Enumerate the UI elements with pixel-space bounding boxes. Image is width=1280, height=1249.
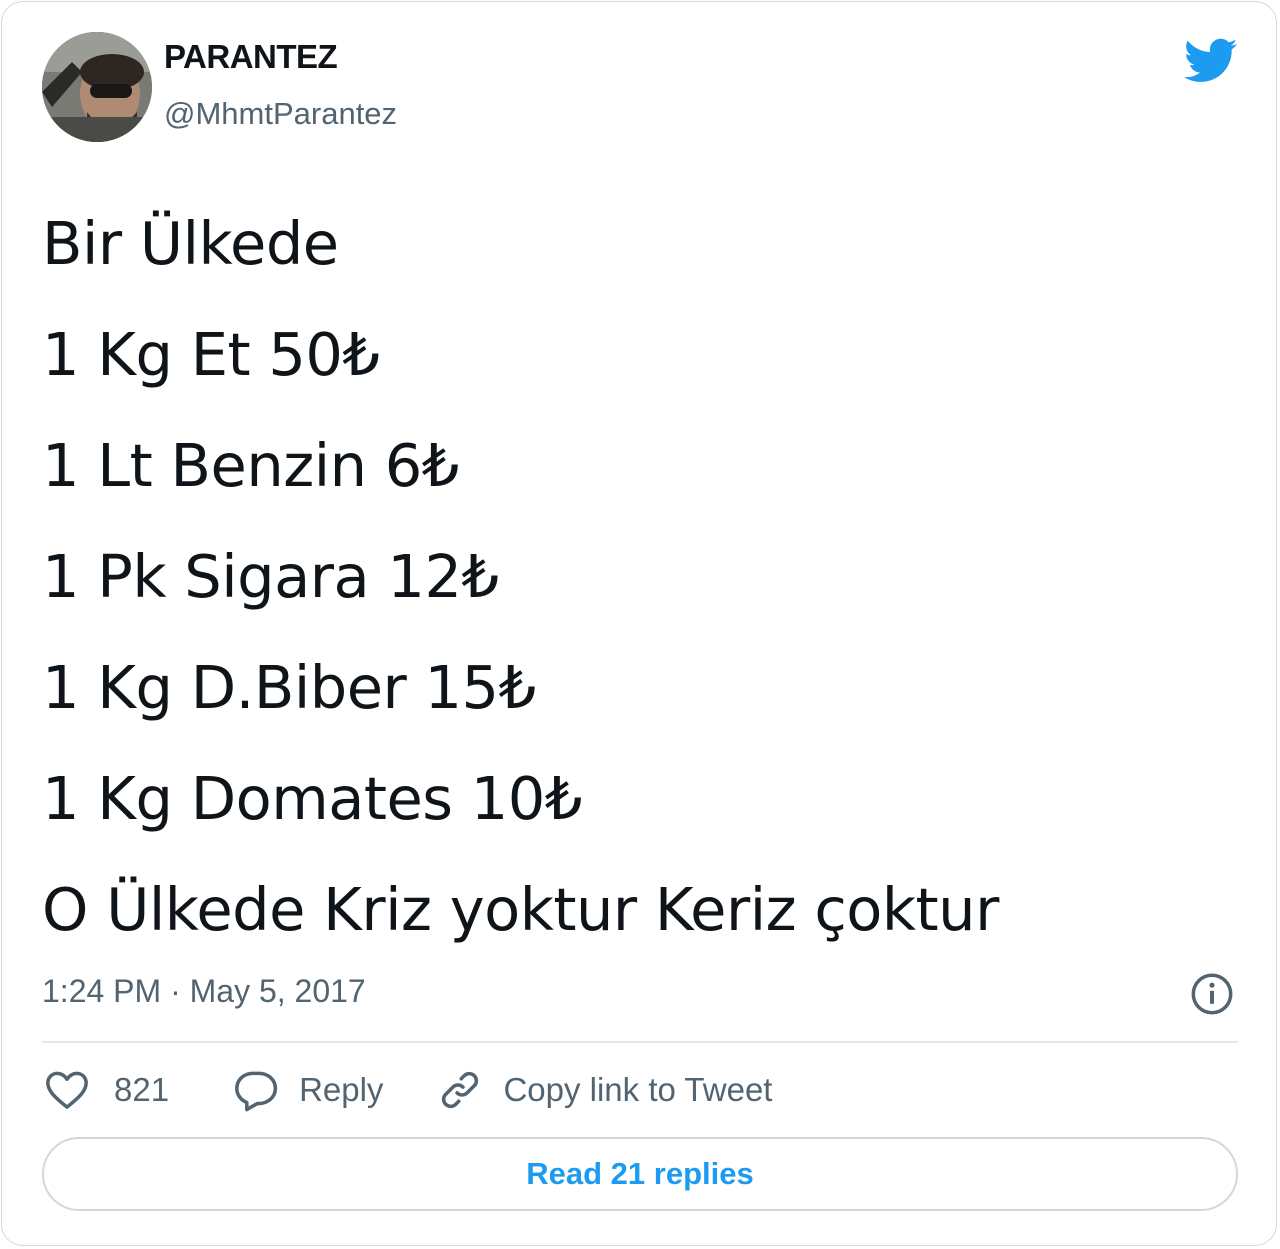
copy-link-label: Copy link to Tweet — [503, 1071, 773, 1108]
speech-bubble-icon — [235, 1071, 278, 1112]
info-icon[interactable] — [1190, 972, 1234, 1016]
reply-button[interactable]: Reply — [231, 1065, 383, 1115]
tweet-line: 1 Pk Sigara 12₺ — [42, 542, 499, 611]
author-handle[interactable]: @MhmtParantez — [164, 96, 397, 132]
tweet-line: 1 Kg Domates 10₺ — [42, 764, 582, 833]
read-replies-button[interactable]: Read 21 replies — [42, 1137, 1238, 1211]
reply-label: Reply — [299, 1071, 384, 1108]
twitter-bird-icon[interactable] — [1184, 38, 1238, 84]
author-name[interactable]: PARANTEZ — [164, 38, 338, 76]
tweet-line: 1 Kg D.Biber 15₺ — [42, 653, 536, 722]
divider — [42, 1041, 1238, 1043]
tweet-line: 1 Lt Benzin 6₺ — [42, 431, 459, 500]
action-bar: 821 Reply Copy link to Tweet — [42, 1062, 772, 1118]
like-button[interactable]: 821 — [42, 1065, 169, 1115]
avatar[interactable] — [42, 32, 152, 142]
tweet-text: Bir Ülkede 1 Kg Et 50₺ 1 Lt Benzin 6₺ 1 … — [42, 188, 1232, 965]
avatar-photo — [42, 32, 152, 142]
tweet-card: PARANTEZ @MhmtParantez Bir Ülkede 1 Kg E… — [1, 1, 1277, 1246]
heart-icon — [46, 1071, 88, 1109]
tweet-timestamp[interactable]: 1:24 PM · May 5, 2017 — [42, 973, 366, 1010]
tweet-line: Bir Ülkede — [42, 209, 339, 278]
tweet-line: O Ülkede Kriz yoktur Keriz çoktur — [42, 875, 999, 944]
tweet-line: 1 Kg Et 50₺ — [42, 320, 380, 389]
link-icon — [442, 1071, 479, 1109]
copy-link-button[interactable]: Copy link to Tweet — [435, 1065, 772, 1115]
like-count: 821 — [114, 1071, 170, 1108]
